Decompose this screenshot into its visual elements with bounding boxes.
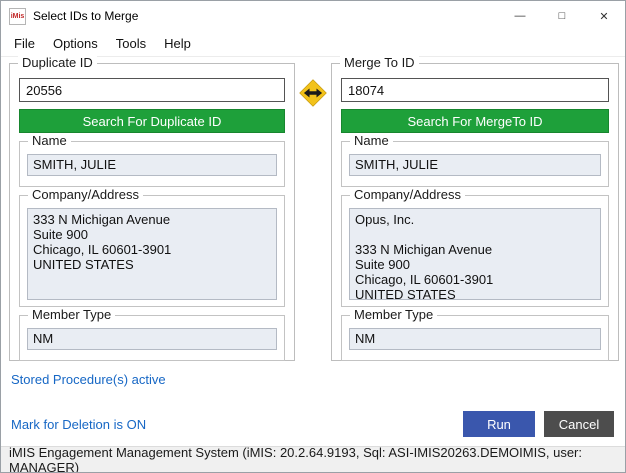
duplicate-name-field: SMITH, JULIE: [27, 154, 277, 176]
merge-to-name-field: SMITH, JULIE: [349, 154, 601, 176]
app-icon: iMis: [9, 8, 26, 25]
duplicate-name-group: Name SMITH, JULIE: [19, 141, 285, 187]
duplicate-member-type-label: Member Type: [28, 307, 115, 322]
merge-to-member-type-label: Member Type: [350, 307, 437, 322]
merge-to-address-group: Company/Address Opus, Inc. 333 N Michiga…: [341, 195, 609, 307]
duplicate-member-type-group: Member Type NM: [19, 315, 285, 361]
duplicate-id-group: Duplicate ID Search For Duplicate ID Nam…: [9, 63, 295, 361]
menu-help[interactable]: Help: [155, 32, 200, 55]
window-controls: — □ ✕: [499, 1, 625, 31]
window-title: Select IDs to Merge: [33, 9, 138, 23]
cancel-button[interactable]: Cancel: [544, 411, 614, 437]
duplicate-address-label: Company/Address: [28, 187, 143, 202]
mark-for-deletion-link[interactable]: Mark for Deletion is ON: [11, 417, 146, 432]
merge-to-id-group: Merge To ID Search For MergeTo ID Name S…: [331, 63, 619, 361]
merge-dialog-window: iMis Select IDs to Merge — □ ✕ File Opti…: [0, 0, 626, 473]
duplicate-address-group: Company/Address 333 N Michigan Avenue Su…: [19, 195, 285, 307]
menu-tools[interactable]: Tools: [107, 32, 155, 55]
duplicate-address-field: 333 N Michigan Avenue Suite 900 Chicago,…: [27, 208, 277, 300]
merge-to-id-group-label: Merge To ID: [340, 55, 419, 70]
duplicate-name-label: Name: [28, 133, 71, 148]
title-bar: iMis Select IDs to Merge — □ ✕: [1, 1, 625, 31]
close-icon[interactable]: ✕: [583, 1, 625, 31]
merge-to-id-input[interactable]: [341, 78, 609, 102]
duplicate-id-group-label: Duplicate ID: [18, 55, 97, 70]
run-button[interactable]: Run: [463, 411, 535, 437]
minimize-icon[interactable]: —: [499, 1, 541, 31]
status-bar-text: iMIS Engagement Management System (iMIS:…: [9, 445, 625, 473]
merge-to-member-type-group: Member Type NM: [341, 315, 609, 361]
merge-to-name-group: Name SMITH, JULIE: [341, 141, 609, 187]
stored-procedures-link[interactable]: Stored Procedure(s) active: [11, 372, 166, 387]
merge-to-name-label: Name: [350, 133, 393, 148]
menu-bar: File Options Tools Help: [1, 31, 625, 57]
duplicate-id-input[interactable]: [19, 78, 285, 102]
merge-direction-icon: [299, 79, 327, 107]
search-merge-to-id-button[interactable]: Search For MergeTo ID: [341, 109, 609, 133]
merge-to-address-label: Company/Address: [350, 187, 465, 202]
merge-to-member-type-field: NM: [349, 328, 601, 350]
menu-file[interactable]: File: [5, 32, 44, 55]
maximize-icon[interactable]: □: [541, 1, 583, 31]
search-duplicate-id-button[interactable]: Search For Duplicate ID: [19, 109, 285, 133]
menu-options[interactable]: Options: [44, 32, 107, 55]
duplicate-member-type-field: NM: [27, 328, 277, 350]
merge-to-address-field: Opus, Inc. 333 N Michigan Avenue Suite 9…: [349, 208, 601, 300]
status-bar: iMIS Engagement Management System (iMIS:…: [1, 446, 625, 472]
